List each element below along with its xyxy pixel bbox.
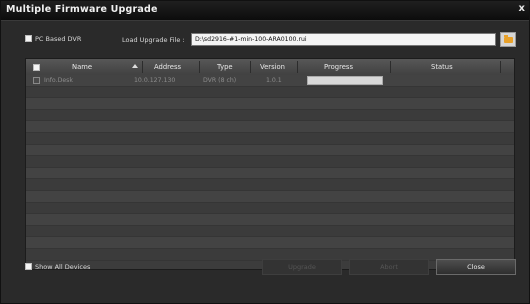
show-all-devices-label: Show All Devices bbox=[35, 263, 91, 271]
column-header-address[interactable]: Address bbox=[154, 63, 181, 71]
show-all-devices-checkbox[interactable] bbox=[25, 263, 32, 270]
show-all-devices-option[interactable]: Show All Devices bbox=[25, 263, 90, 271]
empty-row bbox=[26, 214, 514, 226]
load-upgrade-file-label: Load Upgrade File : bbox=[122, 36, 185, 44]
column-header-status[interactable]: Status bbox=[431, 63, 453, 71]
column-header-name[interactable]: Name bbox=[72, 63, 92, 71]
empty-row bbox=[26, 167, 514, 180]
pc-based-dvr-option[interactable]: PC Based DVR bbox=[25, 35, 81, 43]
device-name: Info.Desk bbox=[44, 77, 73, 84]
browse-folder-button[interactable] bbox=[500, 32, 516, 47]
folder-icon bbox=[504, 35, 513, 43]
column-divider bbox=[199, 61, 200, 73]
select-all-checkbox[interactable] bbox=[33, 64, 40, 71]
column-divider bbox=[500, 61, 501, 73]
row-checkbox[interactable] bbox=[33, 77, 40, 84]
device-address: 10.0.127.130 bbox=[134, 77, 176, 84]
empty-row bbox=[26, 109, 514, 122]
firmware-upgrade-dialog: Multiple Firmware Upgrade x PC Based DVR… bbox=[0, 0, 530, 304]
table-body: Info.Desk 10.0.127.130 DVR (8 ch) 1.0.1 bbox=[26, 75, 514, 261]
empty-row bbox=[26, 225, 514, 238]
empty-row bbox=[26, 144, 514, 157]
column-divider bbox=[390, 61, 391, 73]
column-divider bbox=[250, 61, 251, 73]
pc-based-dvr-checkbox[interactable] bbox=[25, 35, 32, 42]
empty-row bbox=[26, 86, 514, 99]
upgrade-button[interactable]: Upgrade bbox=[262, 259, 342, 275]
empty-row bbox=[26, 132, 514, 145]
device-table: Name Address Type Version Progress Statu… bbox=[25, 58, 515, 270]
close-icon[interactable]: x bbox=[519, 3, 525, 14]
table-header: Name Address Type Version Progress Statu… bbox=[26, 59, 514, 76]
window-title: Multiple Firmware Upgrade bbox=[6, 4, 158, 15]
empty-row bbox=[26, 98, 514, 110]
progress-bar bbox=[307, 76, 383, 85]
upgrade-file-path-field[interactable]: D:\sd2916-#1-min-100-ARA0100.rui bbox=[191, 33, 496, 46]
abort-button[interactable]: Abort bbox=[349, 259, 429, 275]
title-bar: Multiple Firmware Upgrade x bbox=[1, 1, 529, 21]
column-header-version[interactable]: Version bbox=[260, 63, 285, 71]
empty-row bbox=[26, 202, 514, 215]
device-type: DVR (8 ch) bbox=[203, 77, 237, 84]
empty-row bbox=[26, 121, 514, 133]
device-version: 1.0.1 bbox=[266, 77, 282, 84]
empty-row bbox=[26, 190, 514, 203]
empty-row bbox=[26, 237, 514, 249]
column-divider bbox=[297, 61, 298, 73]
empty-row bbox=[26, 179, 514, 191]
sort-ascending-icon bbox=[132, 64, 138, 68]
column-header-type[interactable]: Type bbox=[217, 63, 233, 71]
pc-based-dvr-label: PC Based DVR bbox=[35, 35, 82, 43]
empty-row bbox=[26, 156, 514, 168]
column-header-progress[interactable]: Progress bbox=[324, 63, 353, 71]
close-button[interactable]: Close bbox=[436, 259, 516, 275]
table-row[interactable]: Info.Desk 10.0.127.130 DVR (8 ch) 1.0.1 bbox=[26, 75, 514, 87]
column-divider bbox=[142, 61, 143, 73]
